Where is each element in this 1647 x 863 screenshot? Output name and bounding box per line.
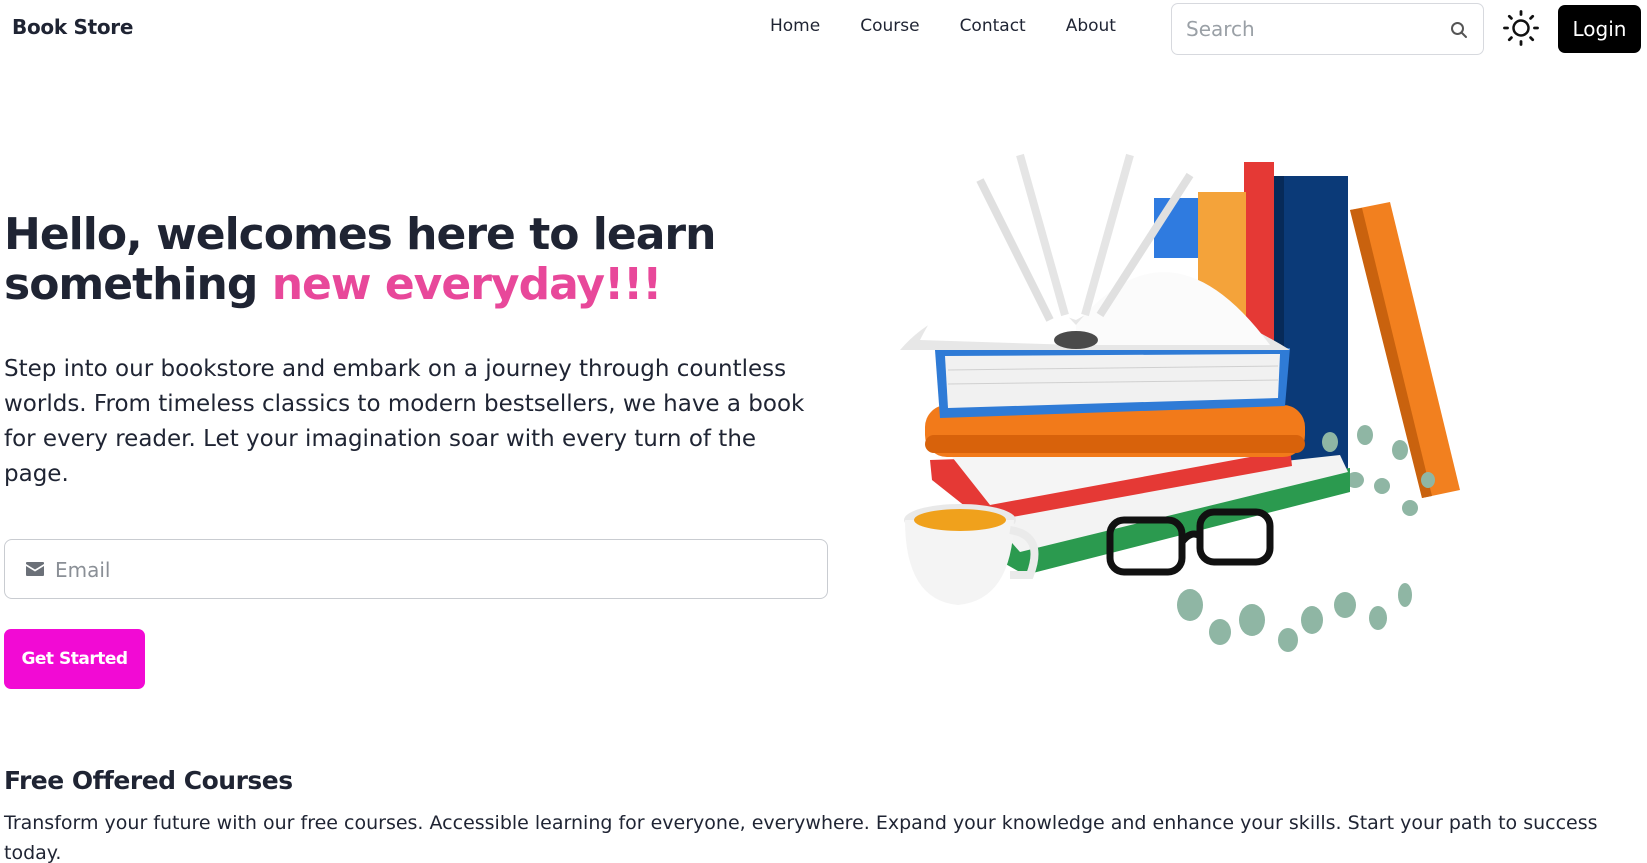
hero-section: Hello, welcomes here to learn something … <box>4 210 824 492</box>
courses-description: Transform your future with our free cour… <box>4 812 1598 863</box>
envelope-icon <box>26 562 44 576</box>
search-icon[interactable] <box>1449 20 1469 40</box>
nav-link-about[interactable]: About <box>1066 16 1116 36</box>
hero-description: Step into our bookstore and embark on a … <box>4 356 805 487</box>
email-field[interactable] <box>55 554 795 586</box>
sun-icon[interactable] <box>1502 9 1540 47</box>
books-illustration <box>900 153 1460 652</box>
search-box <box>1171 3 1484 55</box>
nav-link-course[interactable]: Course <box>860 16 919 36</box>
brand-logo[interactable]: Book Store <box>12 15 133 39</box>
login-button[interactable]: Login <box>1558 5 1641 53</box>
search-input[interactable] <box>1186 14 1436 44</box>
email-field-wrapper <box>4 539 828 599</box>
nav-links: Home Course Contact About <box>770 16 1156 36</box>
courses-heading: Free Offered Courses <box>4 766 293 795</box>
hero-title-highlight: new everyday!!! <box>271 259 663 310</box>
nav-link-contact[interactable]: Contact <box>960 16 1026 36</box>
nav-link-home[interactable]: Home <box>770 16 820 36</box>
navbar: Book Store Home Course Contact About Log… <box>0 0 1647 56</box>
get-started-button[interactable]: Get Started <box>4 629 145 689</box>
hero-title: Hello, welcomes here to learn something … <box>4 210 824 310</box>
